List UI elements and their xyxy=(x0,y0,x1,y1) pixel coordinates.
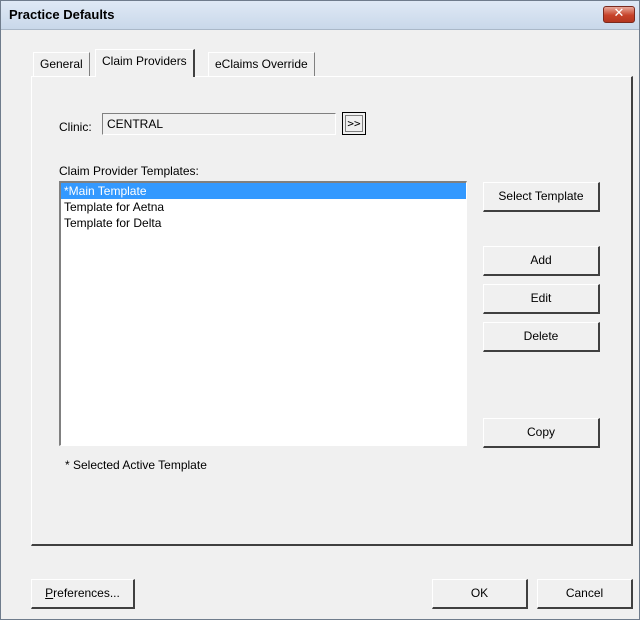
ok-button[interactable]: OK xyxy=(432,579,528,609)
clinic-field: CENTRAL xyxy=(102,113,336,135)
clinic-browse-button[interactable]: >> xyxy=(342,112,366,135)
cancel-label: Cancel xyxy=(565,586,604,600)
templates-listbox[interactable]: *Main Template Template for Aetna Templa… xyxy=(59,181,467,446)
edit-label: Edit xyxy=(530,291,552,305)
delete-button[interactable]: Delete xyxy=(483,322,600,352)
title-bar[interactable]: Practice Defaults ✕ xyxy=(1,1,639,30)
copy-label: Copy xyxy=(526,425,555,439)
delete-label: Delete xyxy=(523,329,559,343)
preferences-label: Preferences... xyxy=(45,586,120,600)
list-item[interactable]: Template for Delta xyxy=(61,215,466,231)
tab-general-label: General xyxy=(40,57,83,71)
browse-icon: >> xyxy=(345,115,363,132)
tab-eclaims-override[interactable]: eClaims Override xyxy=(208,52,315,76)
list-item[interactable]: *Main Template xyxy=(61,183,466,199)
tab-general[interactable]: General xyxy=(33,52,90,76)
add-button[interactable]: Add xyxy=(483,246,600,276)
active-template-footnote: * Selected Active Template xyxy=(65,458,207,472)
list-item[interactable]: Template for Aetna xyxy=(61,199,466,215)
templates-label: Claim Provider Templates: xyxy=(59,164,199,178)
close-button[interactable]: ✕ xyxy=(603,6,635,23)
close-icon: ✕ xyxy=(613,6,625,21)
edit-button[interactable]: Edit xyxy=(483,284,600,314)
add-label: Add xyxy=(530,253,552,267)
practice-defaults-dialog: Practice Defaults ✕ General Claim Provid… xyxy=(0,0,640,620)
select-template-label: Select Template xyxy=(498,189,584,203)
cancel-button[interactable]: Cancel xyxy=(537,579,633,609)
preferences-button[interactable]: Preferences... xyxy=(31,579,135,609)
clinic-value: CENTRAL xyxy=(107,117,164,131)
ok-label: OK xyxy=(470,586,489,600)
tab-claim-providers-label: Claim Providers xyxy=(102,54,187,68)
copy-button[interactable]: Copy xyxy=(483,418,600,448)
clinic-label: Clinic: xyxy=(59,120,92,134)
window-title: Practice Defaults xyxy=(9,7,115,22)
tab-eclaims-override-label: eClaims Override xyxy=(215,57,308,71)
tab-claim-providers[interactable]: Claim Providers xyxy=(95,49,195,77)
select-template-button[interactable]: Select Template xyxy=(483,182,600,212)
